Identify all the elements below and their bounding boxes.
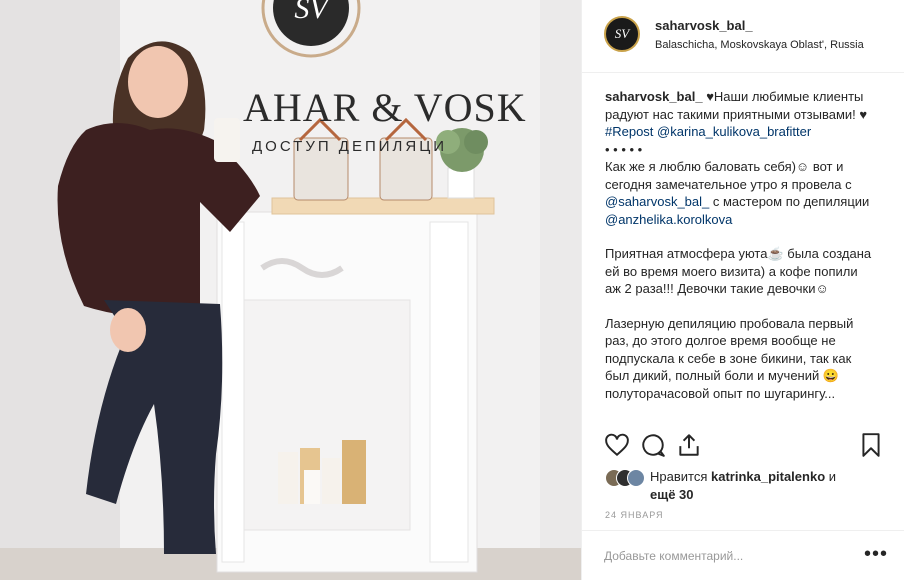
logo-monogram: SV bbox=[294, 0, 328, 25]
share-icon[interactable] bbox=[676, 432, 702, 458]
caption-username-link[interactable]: saharvosk_bal_ bbox=[605, 89, 703, 104]
location-link[interactable]: Balaschicha, Moskovskaya Oblast', Russia bbox=[655, 39, 864, 51]
post-photo[interactable]: SV AHAR & VOSK ДОСТУП ДЕПИЛЯЦИ bbox=[0, 0, 581, 580]
avatar[interactable]: SV bbox=[604, 16, 640, 52]
repost-hashtag[interactable]: #Repost bbox=[605, 124, 653, 139]
caption-para1-a: Как же я люблю баловать себя)☺ вот и сег… bbox=[605, 159, 852, 192]
likes-prefix: Нравится bbox=[650, 469, 711, 484]
caption-para2: Приятная атмосфера уюта☕ была создана ей… bbox=[605, 246, 872, 296]
bookmark-icon[interactable] bbox=[858, 432, 884, 458]
caption-area: saharvosk_bal_ ♥Наши любимые клиенты рад… bbox=[605, 88, 877, 426]
caption-para3: Лазерную депиляцию пробовала первый раз,… bbox=[605, 315, 854, 401]
caption-first: saharvosk_bal_ ♥Наши любимые клиенты рад… bbox=[605, 88, 877, 228]
likes-others-link[interactable]: ещё 30 bbox=[650, 487, 694, 502]
liker-avatar[interactable] bbox=[627, 469, 645, 487]
post-date: 24 ЯНВАРЯ bbox=[605, 510, 664, 520]
post-sidebar: SV saharvosk_bal_ Balaschicha, Moskovska… bbox=[581, 0, 904, 580]
post-window: SV AHAR & VOSK ДОСТУП ДЕПИЛЯЦИ SV saharv… bbox=[0, 0, 904, 580]
repost-user-link[interactable]: @karina_kulikova_brafitter bbox=[657, 124, 811, 139]
caption-para1-b: с мастером по депиляции bbox=[709, 194, 870, 209]
wall-brand-text: AHAR & VOSK bbox=[243, 85, 527, 130]
add-comment-bar: Добавьте комментарий... ••• bbox=[582, 530, 904, 581]
mention-link-2[interactable]: @anzhelika.korolkova bbox=[605, 212, 732, 227]
likes-section: Нравится katrinka_pitalenko и ещё 30 bbox=[605, 466, 885, 506]
post-header: SV saharvosk_bal_ Balaschicha, Moskovska… bbox=[582, 0, 904, 73]
username-link[interactable]: saharvosk_bal_ bbox=[655, 18, 753, 33]
liker-username-link[interactable]: katrinka_pitalenko bbox=[711, 469, 825, 484]
comment-input[interactable]: Добавьте комментарий... bbox=[604, 549, 743, 563]
action-bar bbox=[604, 432, 884, 460]
mention-link[interactable]: @saharvosk_bal_ bbox=[605, 194, 709, 209]
likes-text: Нравится katrinka_pitalenko и ещё 30 bbox=[650, 468, 886, 504]
caption-dots: • • • • • bbox=[605, 141, 643, 157]
wall-subtitle-text: ДОСТУП ДЕПИЛЯЦИ bbox=[252, 138, 448, 155]
heart-icon[interactable] bbox=[604, 432, 630, 458]
more-options-icon[interactable]: ••• bbox=[864, 543, 888, 566]
avatar-monogram: SV bbox=[614, 26, 630, 41]
likes-suffix: и bbox=[825, 469, 837, 484]
comment-icon[interactable] bbox=[640, 432, 666, 458]
